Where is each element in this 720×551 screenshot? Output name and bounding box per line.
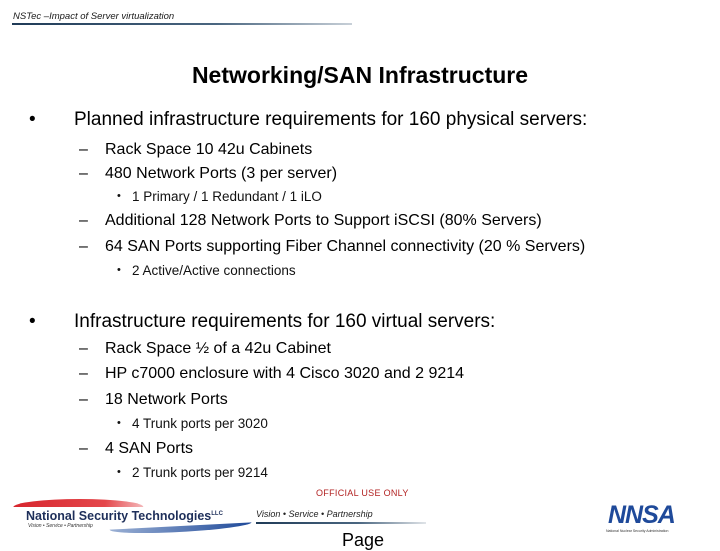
nstec-logo-name: National Security TechnologiesLLC <box>26 509 223 523</box>
classification-label: OFFICIAL USE ONLY <box>316 488 409 498</box>
list-item-text: Rack Space 10 42u Cabinets <box>105 141 313 158</box>
sub-list-item-text: 2 Active/Active connections <box>132 263 296 278</box>
dash-icon: – <box>79 212 88 229</box>
blue-swoosh-icon <box>108 522 252 536</box>
nstec-logo-llc: LLC <box>211 510 223 517</box>
dash-icon: – <box>79 391 88 408</box>
list-item-text: HP c7000 enclosure with 4 Cisco 3020 and… <box>105 365 465 382</box>
nstec-logo-tagline: Vision • Service • Partnership <box>28 523 93 529</box>
sub-list-item-text: 1 Primary / 1 Redundant / 1 iLO <box>132 189 322 204</box>
bullet-icon: • <box>117 190 121 202</box>
list-item-text: Rack Space ½ of a 42u Cabinet <box>105 340 331 357</box>
list-item-text: Additional 128 Network Ports to Support … <box>105 212 542 229</box>
red-swoosh-icon <box>13 499 145 507</box>
list-item-text: 64 SAN Ports supporting Fiber Channel co… <box>105 238 586 255</box>
dash-icon: – <box>79 365 88 382</box>
header-divider <box>12 23 352 25</box>
sub-list-item-text: 2 Trunk ports per 9214 <box>132 465 268 480</box>
dash-icon: – <box>79 340 88 357</box>
header-text: NSTec –Impact of Server virtualization <box>13 11 175 22</box>
list-item-text: 480 Network Ports (3 per server) <box>105 165 338 182</box>
bullet-icon: • <box>117 264 121 276</box>
sub-list-item-text: 4 Trunk ports per 3020 <box>132 416 268 431</box>
nstec-logo: National Security TechnologiesLLC Vision… <box>10 496 252 540</box>
nnsa-logo: NNSA National Nuclear Security Administr… <box>606 501 706 537</box>
bullet-icon: • <box>117 417 121 429</box>
nnsa-logo-caption: National Nuclear Security Administration <box>606 529 669 533</box>
dash-icon: – <box>79 238 88 255</box>
slide-title: Networking/SAN Infrastructure <box>191 62 529 88</box>
dash-icon: – <box>79 165 88 182</box>
dash-icon: – <box>79 141 88 158</box>
bullet-icon: • <box>29 109 36 130</box>
footer-motto: Vision • Service • Partnership <box>256 509 373 519</box>
list-item-text: 18 Network Ports <box>105 391 228 408</box>
section-heading-text: Planned infrastructure requirements for … <box>74 109 588 130</box>
list-item-text: 4 SAN Ports <box>105 440 194 457</box>
nnsa-logo-mark: NNSA <box>608 501 676 529</box>
nstec-logo-text: National Security Technologies <box>26 509 212 523</box>
bullet-icon: • <box>29 311 36 332</box>
bullet-icon: • <box>117 466 121 478</box>
dash-icon: – <box>79 440 88 457</box>
section-heading-text: Infrastructure requirements for 160 virt… <box>74 311 496 332</box>
footer-divider <box>256 522 426 524</box>
page-label: Page <box>342 530 385 550</box>
